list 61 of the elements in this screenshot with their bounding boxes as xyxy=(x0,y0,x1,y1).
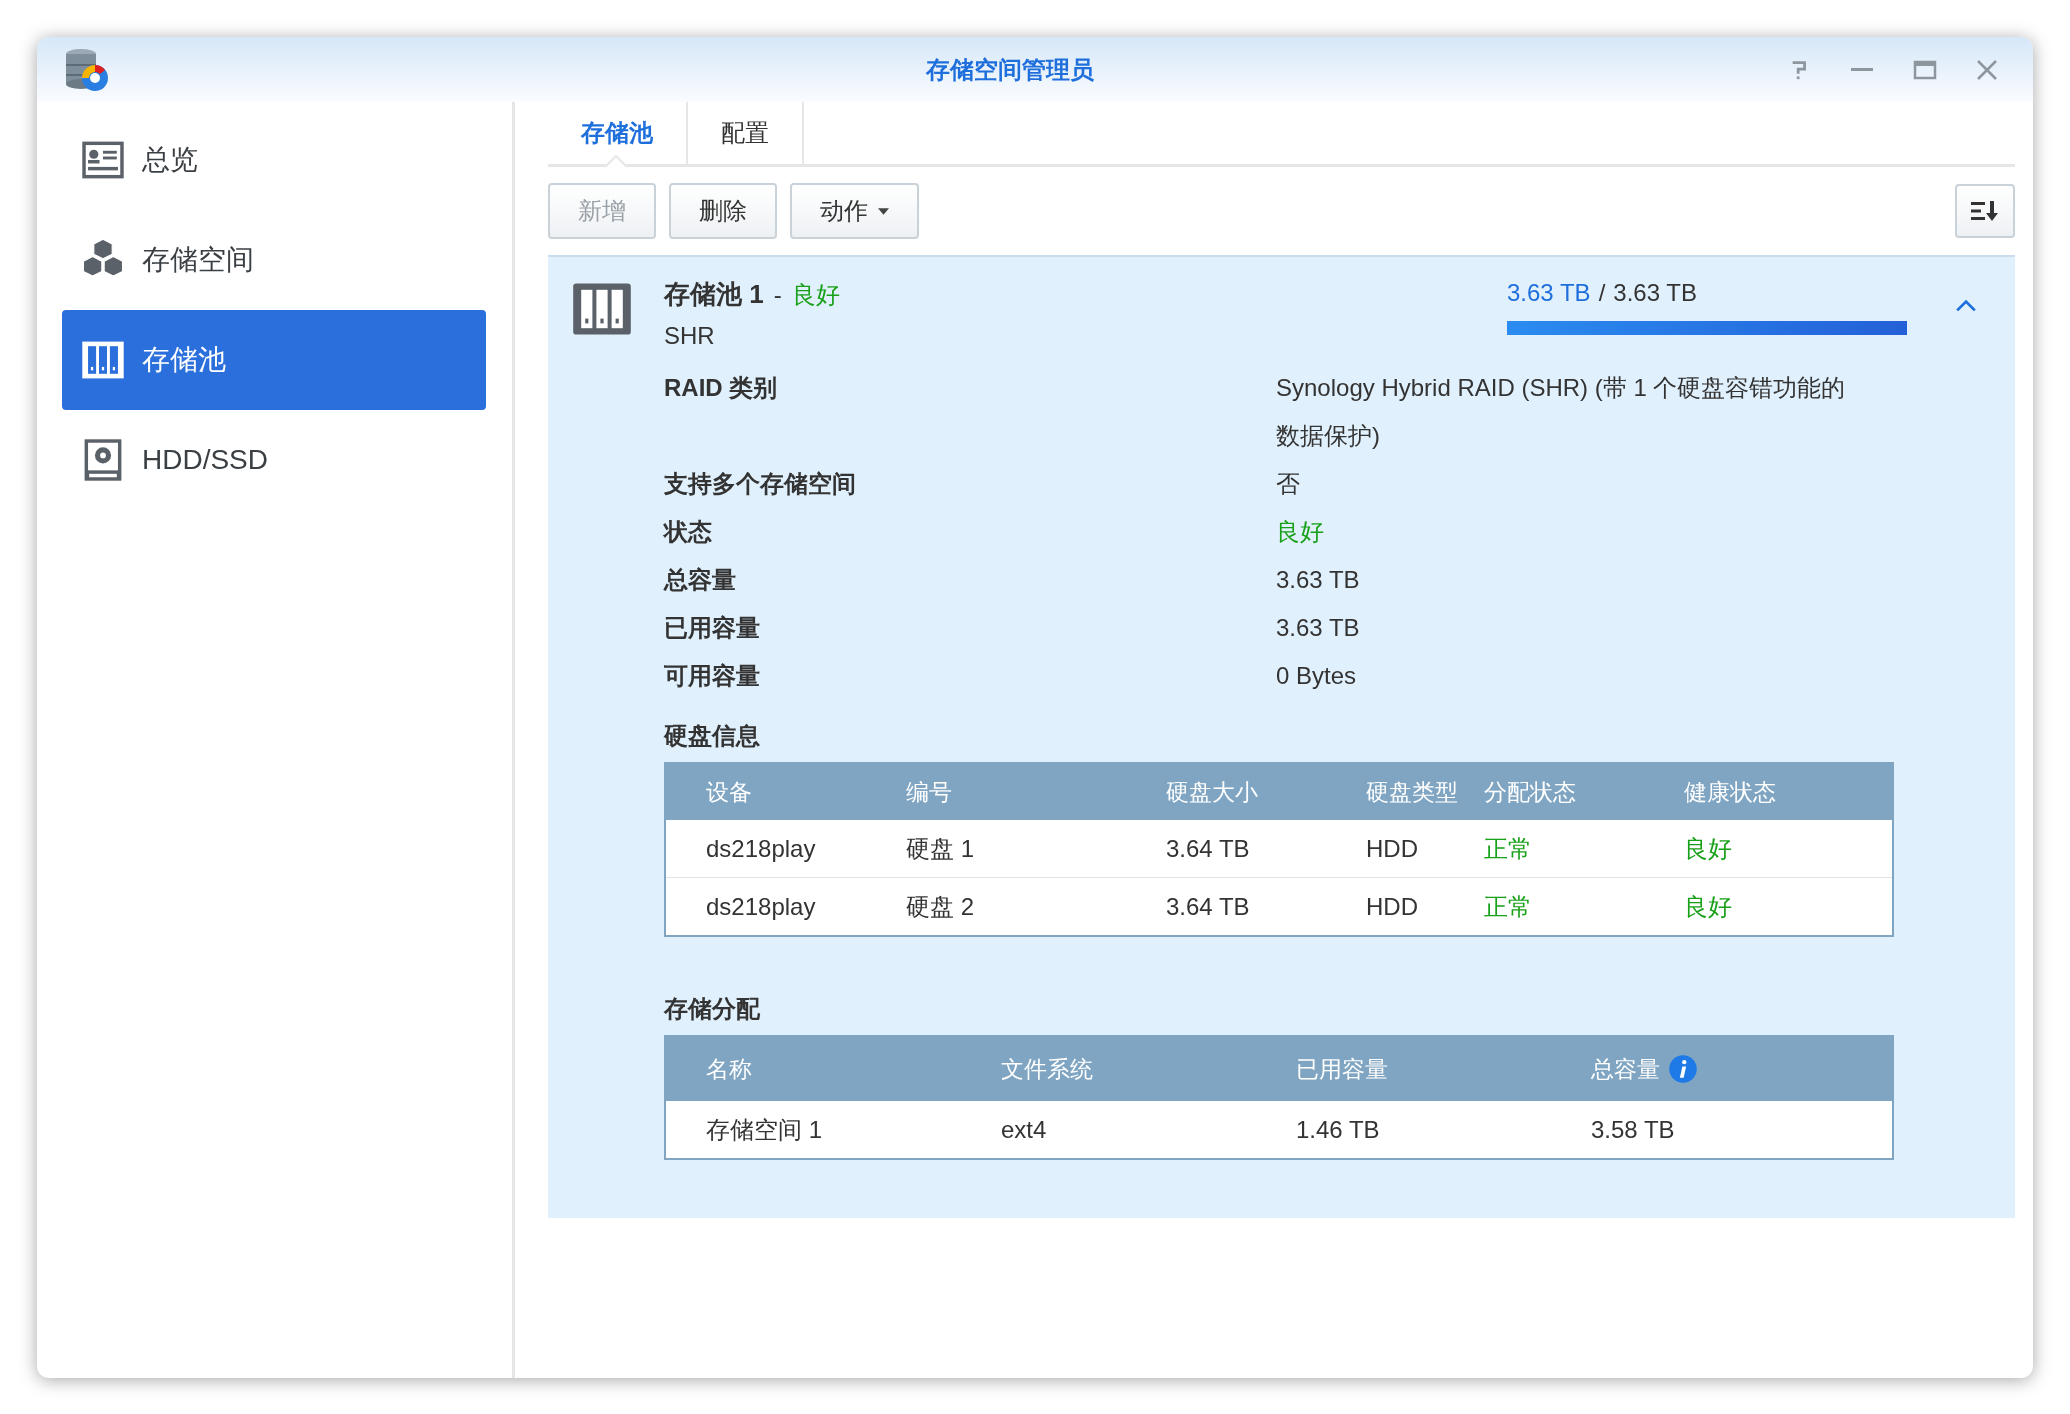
table-cell-text: HDD xyxy=(1366,892,1419,921)
table-cell-text: 3.58 TB xyxy=(1591,1115,1676,1144)
detail-value: Synology Hybrid RAID (SHR) (带 1 个硬盘容错功能的数据保护) xyxy=(1276,373,1847,451)
detail-value: 0 Bytes xyxy=(1276,661,1358,691)
table-cell-text: ds218play xyxy=(706,892,817,921)
sort-icon xyxy=(1970,199,2000,223)
caret-icon xyxy=(878,207,889,215)
pool-name: 存储池 1 xyxy=(664,278,764,311)
toolbar-button[interactable]: 删除 xyxy=(669,183,777,239)
used-capacity: 3.63 TB xyxy=(1507,279,1591,307)
table-cell-text: 存储空间 1 xyxy=(706,1114,823,1145)
column-header: 总容量 xyxy=(1591,1054,1660,1084)
table-cell-text: 1.46 TB xyxy=(1296,1115,1381,1144)
column-header: 分配状态 xyxy=(1484,777,1577,807)
toolbar-button[interactable]: 动作 xyxy=(790,183,919,239)
column-header: 名称 xyxy=(706,1054,752,1084)
separator: - xyxy=(773,281,782,309)
tab[interactable]: 配置 xyxy=(688,102,804,164)
detail-label: 支持多个存储空间 xyxy=(664,469,857,499)
detail-label: 状态 xyxy=(664,517,713,547)
column-header: 硬盘大小 xyxy=(1166,777,1259,807)
table-cell-text: ds218play xyxy=(706,834,817,863)
detail-value: 否 xyxy=(1276,469,1301,499)
detail-label: 可用容量 xyxy=(664,661,761,691)
table-cell-text: 硬盘 2 xyxy=(906,891,975,922)
table-cell-text: 正常 xyxy=(1484,891,1533,922)
table-cell-text: 良好 xyxy=(1684,833,1733,864)
pool-status: 良好 xyxy=(791,280,840,310)
section-title: 硬盘信息 xyxy=(664,721,761,751)
detail-label: 已用容量 xyxy=(664,613,761,643)
column-header: 健康状态 xyxy=(1684,777,1777,807)
sidebar-item[interactable]: 总览 xyxy=(62,110,486,210)
table-cell-text: 3.64 TB xyxy=(1166,892,1251,921)
close-icon[interactable] xyxy=(1975,57,1999,82)
detail-value: 3.63 TB xyxy=(1276,565,1361,595)
table-cell-text: 良好 xyxy=(1684,891,1733,922)
window-title: 存储空间管理员 xyxy=(924,54,1095,85)
info-icon[interactable] xyxy=(1668,1054,1698,1084)
sidebar-item[interactable]: 存储空间 xyxy=(62,210,486,310)
table-cell-text: 正常 xyxy=(1484,833,1533,864)
column-header: 已用容量 xyxy=(1296,1054,1388,1084)
total-capacity: 3.63 TB xyxy=(1613,279,1697,307)
column-header: 设备 xyxy=(706,777,753,807)
detail-label: RAID 类别 xyxy=(664,373,779,403)
table-cell-text: 硬盘 1 xyxy=(906,833,975,864)
collapse-icon[interactable] xyxy=(1955,299,1977,313)
column-header: 硬盘类型 xyxy=(1366,777,1459,807)
table-cell-text: HDD xyxy=(1366,834,1419,863)
detail-label: 总容量 xyxy=(664,565,737,595)
sort-button[interactable] xyxy=(1955,184,2015,238)
raid-type: SHR xyxy=(664,322,716,350)
detail-value: 良好 xyxy=(1276,517,1325,547)
detail-value: 3.63 TB xyxy=(1276,613,1361,643)
section-title: 存储分配 xyxy=(664,994,761,1024)
column-header: 编号 xyxy=(906,777,953,807)
column-header: 文件系统 xyxy=(1001,1054,1093,1084)
table-cell-text: 3.64 TB xyxy=(1166,834,1251,863)
slash: / xyxy=(1598,279,1606,307)
table-cell-text: ext4 xyxy=(1001,1115,1048,1144)
sidebar-item[interactable]: HDD/SSD xyxy=(62,410,486,510)
sidebar-item[interactable]: 存储池 xyxy=(62,310,486,410)
